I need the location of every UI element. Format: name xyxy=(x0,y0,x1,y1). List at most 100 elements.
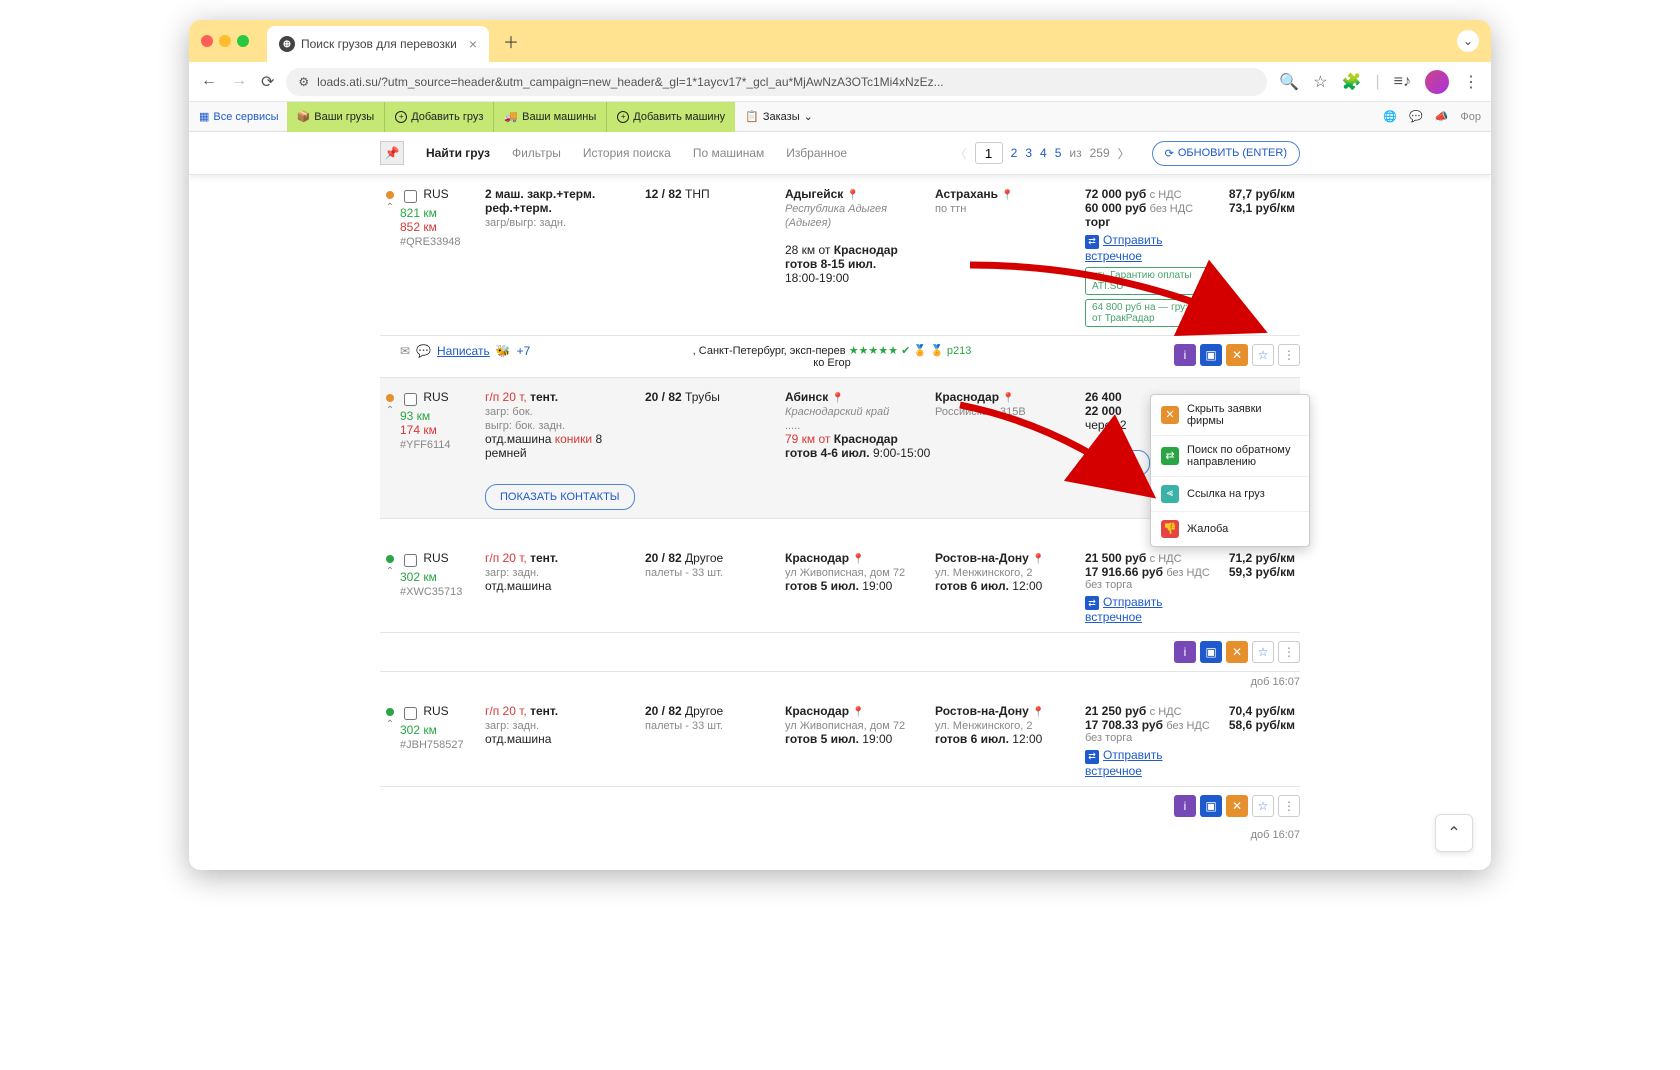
pin-icon: 📍 xyxy=(1032,707,1044,718)
chat-icon[interactable]: 💬 xyxy=(1409,110,1423,123)
hide-icon[interactable]: ✕ xyxy=(1226,344,1248,366)
truck-type: тент. xyxy=(530,390,558,404)
origin-time: 18:00-19:00 xyxy=(785,271,849,285)
tab-find-load[interactable]: Найти груз xyxy=(426,146,490,160)
country-label: RUS xyxy=(423,187,448,201)
add-truck-link[interactable]: +Добавить машину xyxy=(607,102,735,132)
page-link[interactable]: 3 xyxy=(1025,146,1032,160)
new-tab-button[interactable]: ＋ xyxy=(499,29,523,53)
message-icon[interactable]: ▣ xyxy=(1200,795,1222,817)
close-tab-icon[interactable]: × xyxy=(469,36,477,52)
megaphone-icon[interactable]: 📣 xyxy=(1435,110,1449,123)
browser-tab[interactable]: ⊕ Поиск грузов для перевозки × xyxy=(267,26,489,62)
message-icon[interactable]: ▣ xyxy=(1200,344,1222,366)
pin-icon: 📍 xyxy=(1032,554,1044,565)
row-checkbox[interactable] xyxy=(404,554,417,567)
tab-favorites[interactable]: Избранное xyxy=(786,146,847,160)
globe-icon[interactable]: 🌐 xyxy=(1383,110,1397,123)
more-icon[interactable]: ⋮ xyxy=(1278,641,1300,663)
bookmark-icon[interactable]: ☆ xyxy=(1313,72,1327,92)
message-icon[interactable]: ▣ xyxy=(1200,641,1222,663)
zoom-icon[interactable]: 🔍 xyxy=(1279,72,1299,92)
star-icon[interactable]: ☆ xyxy=(1252,344,1274,366)
origin-city: Адыгейск xyxy=(785,187,843,201)
back-icon[interactable]: ← xyxy=(201,72,217,92)
playlist-icon[interactable]: ≡♪ xyxy=(1394,73,1411,91)
row-checkbox[interactable] xyxy=(404,393,417,406)
pager-total: 259 xyxy=(1090,146,1110,160)
added-label: доб 16:07 xyxy=(380,672,1300,692)
buy-button[interactable]: Купить xyxy=(1085,450,1150,476)
load-method: загр/выгр: задн. xyxy=(485,217,566,229)
collapse-icon[interactable]: ⌃ xyxy=(386,567,394,577)
extensions-icon[interactable]: 🧩 xyxy=(1342,72,1362,92)
hide-icon[interactable]: ✕ xyxy=(1226,795,1248,817)
all-services-link[interactable]: Все сервисы xyxy=(213,111,286,123)
page-link[interactable]: 5 xyxy=(1055,146,1062,160)
more-icon[interactable]: ⋮ xyxy=(1278,344,1300,366)
row-checkbox[interactable] xyxy=(404,707,417,720)
collapse-icon[interactable]: ⌃ xyxy=(386,406,394,416)
collapse-icon[interactable]: ⌃ xyxy=(386,720,394,730)
minimize-window-icon[interactable] xyxy=(219,35,231,47)
dropdown-hide-firm[interactable]: ✕ Скрыть заявки фирмы xyxy=(1151,395,1309,436)
write-link[interactable]: Написать xyxy=(437,344,490,358)
prev-page-icon: 〈 xyxy=(955,145,967,162)
maximize-window-icon[interactable] xyxy=(237,35,249,47)
tabs-dropdown-icon[interactable]: ⌄ xyxy=(1457,30,1479,52)
next-page-icon[interactable]: 〉 xyxy=(1118,145,1130,162)
tab-history[interactable]: История поиска xyxy=(583,146,671,160)
dropdown-link[interactable]: ⪡ Ссылка на груз xyxy=(1151,477,1309,512)
close-window-icon[interactable] xyxy=(201,35,213,47)
info-icon[interactable]: i xyxy=(1174,641,1196,663)
carrier-row: ✉ 💬 Написать 🐝 +7 , Санкт-Петербург, экс… xyxy=(380,336,1300,378)
trakradar-button[interactable]: 64 800 руб на — грузке от ТракРадар xyxy=(1085,299,1215,327)
info-icon[interactable]: i xyxy=(1174,795,1196,817)
tab-filters[interactable]: Фильтры xyxy=(512,146,561,160)
hide-icon[interactable]: ✕ xyxy=(1226,641,1248,663)
scroll-to-top-button[interactable]: ⌃ xyxy=(1435,814,1473,852)
reload-icon[interactable]: ⟳ xyxy=(261,72,274,92)
more-icon[interactable]: ⋮ xyxy=(1278,795,1300,817)
load-id: #QRE33948 xyxy=(400,236,461,248)
distance-red: 174 км xyxy=(400,423,437,437)
info-icon[interactable]: i xyxy=(1174,344,1196,366)
price3: торг xyxy=(1085,215,1215,229)
row-checkbox[interactable] xyxy=(404,190,417,203)
menu-icon[interactable]: ⋮ xyxy=(1463,72,1479,92)
star-icon[interactable]: ☆ xyxy=(1252,641,1274,663)
origin-city: Абинск xyxy=(785,390,828,404)
truck-type: 2 маш. закр.+терм. xyxy=(485,187,595,201)
price1: 72 000 руб xyxy=(1085,187,1146,201)
rating-value: р213 xyxy=(947,345,971,357)
star-icon[interactable]: ☆ xyxy=(1252,795,1274,817)
add-load-link[interactable]: +Добавить груз xyxy=(385,102,494,132)
share-icon: ⪡ xyxy=(1161,485,1179,503)
reverse-icon: ⇄ xyxy=(1161,447,1179,465)
pager-of: из xyxy=(1069,146,1081,160)
your-loads-link[interactable]: 📦Ваши грузы xyxy=(287,102,386,132)
site-settings-icon[interactable]: ⚙ xyxy=(298,75,309,89)
price-per-km: 87,7 руб/км xyxy=(1215,187,1295,201)
your-trucks-link[interactable]: 🚚Ваши машины xyxy=(494,102,607,132)
carrier-row: i ▣ ✕ ☆ ⋮ xyxy=(380,787,1300,825)
collapse-icon[interactable]: ⌃ xyxy=(386,203,394,213)
url-input[interactable]: ⚙ loads.ati.su/?utm_source=header&utm_ca… xyxy=(286,68,1267,96)
orders-link[interactable]: 📋Заказы⌄ xyxy=(735,110,823,123)
pin-icon: 📍 xyxy=(852,707,864,718)
dropdown-complaint[interactable]: 👎 Жалоба xyxy=(1151,512,1309,546)
pin-icon[interactable]: 📌 xyxy=(380,141,404,165)
guarantee-button[interactable]: ить Гарантию оплаты ATI.SU xyxy=(1085,267,1215,295)
refresh-button[interactable]: ⟳ ОБНОВИТЬ (ENTER) xyxy=(1152,141,1300,166)
volume: 20 / 82 xyxy=(645,390,682,404)
distance-green: 821 км xyxy=(400,206,437,220)
hide-icon: ✕ xyxy=(1161,406,1179,424)
page-link[interactable]: 2 xyxy=(1011,146,1018,160)
page-link[interactable]: 4 xyxy=(1040,146,1047,160)
profile-avatar[interactable] xyxy=(1425,70,1449,94)
show-contacts-button[interactable]: ПОКАЗАТЬ КОНТАКТЫ xyxy=(485,484,635,510)
page-input[interactable] xyxy=(975,142,1003,164)
dropdown-reverse-search[interactable]: ⇄ Поиск по обратному направлению xyxy=(1151,436,1309,477)
tab-by-trucks[interactable]: По машинам xyxy=(693,146,764,160)
forum-link[interactable]: Фор xyxy=(1460,111,1481,123)
